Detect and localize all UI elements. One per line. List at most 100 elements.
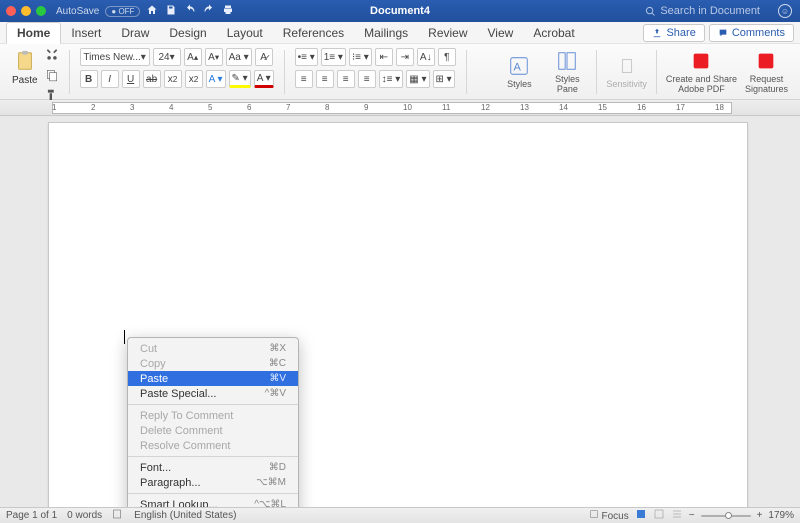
justify-icon[interactable]: ≡ <box>358 70 376 88</box>
zoom-out-button[interactable]: − <box>689 510 695 521</box>
print-icon[interactable] <box>222 4 234 19</box>
autosave-toggle[interactable]: ● OFF <box>105 6 140 17</box>
ruler-mark: 2 <box>91 103 95 112</box>
highlight-color-icon[interactable]: ✎ ▾ <box>229 70 251 88</box>
shrink-font-icon[interactable]: A▾ <box>205 48 223 66</box>
search-box[interactable]: Search in Document <box>645 5 760 17</box>
context-menu-item-paste-special[interactable]: Paste Special...^⌘V <box>128 386 298 401</box>
context-menu-item-smart-lookup[interactable]: Smart Lookup...^⌥⌘L <box>128 497 298 507</box>
horizontal-ruler[interactable]: 123456789101112131415161718 <box>0 100 800 116</box>
tab-review[interactable]: Review <box>418 23 477 43</box>
ruler-mark: 18 <box>715 103 724 112</box>
context-menu: Cut⌘XCopy⌘CPaste⌘VPaste Special...^⌘VRep… <box>127 337 299 507</box>
align-center-icon[interactable]: ≡ <box>316 70 334 88</box>
context-menu-item-copy: Copy ⌘C <box>128 356 298 371</box>
ruler-mark: 5 <box>208 103 212 112</box>
decrease-indent-icon[interactable]: ⇤ <box>375 48 393 66</box>
sort-icon[interactable]: A↓ <box>417 48 435 66</box>
tab-insert[interactable]: Insert <box>61 23 111 43</box>
context-menu-item-font[interactable]: Font...⌘D <box>128 460 298 475</box>
text-effects-icon[interactable]: A ▾ <box>206 70 226 88</box>
spellcheck-icon[interactable] <box>112 508 124 523</box>
ruler-mark: 12 <box>481 103 490 112</box>
save-icon[interactable] <box>165 4 177 19</box>
bold-button[interactable]: B <box>80 70 98 88</box>
home-icon[interactable] <box>146 4 158 19</box>
tab-mailings[interactable]: Mailings <box>354 23 418 43</box>
change-case-icon[interactable]: Aa ▾ <box>226 48 252 66</box>
bullets-icon[interactable]: •≡ ▾ <box>295 48 318 66</box>
close-window-button[interactable] <box>6 6 16 16</box>
minimize-window-button[interactable] <box>21 6 31 16</box>
numbering-icon[interactable]: 1≡ ▾ <box>321 48 346 66</box>
zoom-slider[interactable] <box>701 515 751 517</box>
tab-view[interactable]: View <box>478 23 524 43</box>
styles-pane-button[interactable]: Styles Pane <box>547 50 587 94</box>
title-bar: AutoSave ● OFF Document4 Search in Docum… <box>0 0 800 22</box>
svg-text:A: A <box>514 61 522 73</box>
underline-button[interactable]: U <box>122 70 140 88</box>
align-left-icon[interactable]: ≡ <box>295 70 313 88</box>
show-marks-icon[interactable]: ¶ <box>438 48 456 66</box>
ruler-mark: 11 <box>442 103 450 112</box>
shading-icon[interactable]: ▦ ▾ <box>406 70 429 88</box>
tab-home[interactable]: Home <box>6 22 61 44</box>
maximize-window-button[interactable] <box>36 6 46 16</box>
tab-draw[interactable]: Draw <box>111 23 159 43</box>
adobe-create-share-button[interactable]: Create and Share Adobe PDF <box>666 50 737 94</box>
zoom-level[interactable]: 179% <box>768 510 794 521</box>
font-color-icon[interactable]: A ▾ <box>254 70 274 88</box>
paste-button[interactable]: Paste <box>12 48 38 86</box>
ruler-mark: 7 <box>286 103 290 112</box>
borders-icon[interactable]: ⊞ ▾ <box>433 70 455 88</box>
context-menu-item-label: Copy <box>140 358 166 370</box>
focus-mode-button[interactable]: Focus <box>589 509 629 522</box>
context-menu-item-paste[interactable]: Paste⌘V <box>128 371 298 386</box>
redo-icon[interactable] <box>203 4 215 19</box>
font-size-combo[interactable]: 24 ▾ <box>153 48 181 66</box>
context-menu-shortcut: ⌘C <box>269 358 286 369</box>
tab-references[interactable]: References <box>273 23 354 43</box>
context-menu-item-cut: Cut⌘X <box>128 341 298 356</box>
comments-button[interactable]: Comments <box>709 24 794 42</box>
font-name-combo[interactable]: Times New... ▾ <box>80 48 150 66</box>
styles-gallery[interactable]: A Styles <box>499 55 539 89</box>
italic-button[interactable]: I <box>101 70 119 88</box>
status-wordcount[interactable]: 0 words <box>67 510 102 521</box>
tab-acrobat[interactable]: Acrobat <box>523 23 584 43</box>
zoom-in-button[interactable]: + <box>757 510 763 521</box>
status-language[interactable]: English (United States) <box>134 510 236 521</box>
view-outline-icon[interactable] <box>671 508 683 523</box>
align-right-icon[interactable]: ≡ <box>337 70 355 88</box>
increase-indent-icon[interactable]: ⇥ <box>396 48 414 66</box>
line-spacing-icon[interactable]: ↕≡ ▾ <box>379 70 404 88</box>
autosave-label: AutoSave <box>56 6 99 17</box>
strikethrough-button[interactable]: ab <box>143 70 161 88</box>
sensitivity-button[interactable]: Sensitivity <box>606 55 647 89</box>
multilevel-list-icon[interactable]: ⁝≡ ▾ <box>349 48 372 66</box>
undo-icon[interactable] <box>184 4 196 19</box>
context-menu-shortcut: ⌘D <box>269 462 286 473</box>
context-menu-shortcut: ⌥⌘M <box>256 477 286 488</box>
clear-formatting-icon[interactable]: A̷ <box>255 48 273 66</box>
subscript-button[interactable]: x2 <box>164 70 182 88</box>
superscript-button[interactable]: x2 <box>185 70 203 88</box>
view-print-layout-icon[interactable] <box>635 508 647 523</box>
context-menu-item-label: Smart Lookup... <box>140 499 218 508</box>
document-canvas: Cut⌘XCopy⌘CPaste⌘VPaste Special...^⌘VRep… <box>0 116 800 507</box>
view-web-layout-icon[interactable] <box>653 508 665 523</box>
feedback-icon[interactable]: ☺ <box>778 4 792 18</box>
share-button[interactable]: Share <box>643 24 704 42</box>
tab-design[interactable]: Design <box>159 23 216 43</box>
cut-icon[interactable] <box>45 48 59 65</box>
status-bar: Page 1 of 1 0 words English (United Stat… <box>0 507 800 523</box>
context-menu-item-paragraph[interactable]: Paragraph...⌥⌘M <box>128 475 298 490</box>
context-menu-shortcut: ^⌘V <box>265 388 286 399</box>
ruler-mark: 6 <box>247 103 251 112</box>
window-controls <box>6 6 46 16</box>
status-page[interactable]: Page 1 of 1 <box>6 510 57 521</box>
grow-font-icon[interactable]: A▴ <box>184 48 202 66</box>
tab-layout[interactable]: Layout <box>217 23 273 43</box>
copy-icon[interactable] <box>45 68 59 85</box>
adobe-request-signatures-button[interactable]: Request Signatures <box>745 50 788 94</box>
